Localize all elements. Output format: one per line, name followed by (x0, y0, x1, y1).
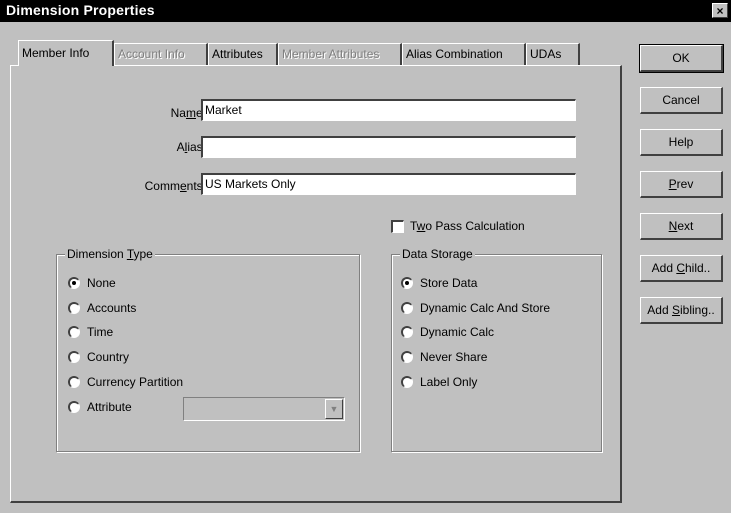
radio-label: Country (87, 350, 130, 364)
radio-label: Label Only (420, 375, 478, 389)
radio-dot[interactable] (68, 351, 80, 363)
radio-dot[interactable] (401, 302, 413, 314)
radio-dot[interactable] (68, 376, 80, 388)
add-child-button[interactable]: Add Child.. (640, 255, 723, 282)
close-icon[interactable]: × (712, 3, 728, 18)
radio-dot[interactable] (68, 302, 80, 314)
tab-label: Member Info (22, 46, 90, 60)
tab-attributes[interactable]: Attributes (208, 43, 278, 65)
tab-member-info[interactable]: Member Info (18, 40, 114, 66)
name-label: Name: (170, 106, 206, 120)
comments-field[interactable]: US Markets Only (201, 173, 576, 195)
radio-label: Dynamic Calc And Store (420, 301, 551, 315)
prev-button[interactable]: Prev (640, 171, 723, 198)
radio-dot[interactable] (68, 326, 80, 338)
radio-dot[interactable] (401, 351, 413, 363)
radio-label: Store Data (420, 276, 478, 290)
tab-udas[interactable]: UDAs (526, 43, 580, 65)
radio-label: Time (87, 325, 114, 339)
radio-label: Accounts (87, 301, 137, 315)
alias-field[interactable] (201, 136, 576, 158)
name-field[interactable]: Market (201, 99, 576, 121)
radio-dot[interactable] (68, 277, 80, 289)
radio-label: Never Share (420, 350, 488, 364)
window-title: Dimension Properties (6, 2, 155, 18)
tab-alias-combination[interactable]: Alias Combination (402, 43, 526, 65)
radio-label: Currency Partition (87, 375, 184, 389)
cancel-button[interactable]: Cancel (640, 87, 723, 114)
tab-label: Alias Combination (406, 47, 503, 61)
next-button[interactable]: Next (640, 213, 723, 240)
tab-label: Member Attributes (282, 47, 380, 61)
title-bar: Dimension Properties × (0, 0, 731, 22)
data-storage-legend: Data Storage (400, 247, 475, 261)
tab-account-info[interactable]: Account Info (114, 43, 208, 65)
help-button[interactable]: Help (640, 129, 723, 156)
radio-dot[interactable] (401, 326, 413, 338)
dimension-type-legend: Dimension Type (65, 247, 155, 261)
radio-dot[interactable] (68, 401, 80, 413)
radio-dot[interactable] (401, 277, 413, 289)
two-pass-label: Two Pass Calculation (410, 219, 525, 233)
checkbox-box[interactable] (391, 220, 404, 233)
comments-label: Comments: (144, 179, 206, 193)
radio-dot[interactable] (401, 376, 413, 388)
radio-label: Attribute (87, 400, 132, 414)
tab-member-attributes[interactable]: Member Attributes (278, 43, 402, 65)
tab-label: UDAs (530, 47, 562, 61)
radio-label: Dynamic Calc (420, 325, 495, 339)
tab-label: Account Info (118, 47, 185, 61)
alias-label: Alias: (176, 140, 206, 154)
member-info-panel: Name: Market Alias: Comments: US Markets… (10, 65, 622, 503)
radio-label: None (87, 276, 116, 290)
tab-label: Attributes (212, 47, 263, 61)
add-sibling-button[interactable]: Add Sibling.. (640, 297, 723, 324)
ok-button[interactable]: OK (639, 44, 724, 73)
